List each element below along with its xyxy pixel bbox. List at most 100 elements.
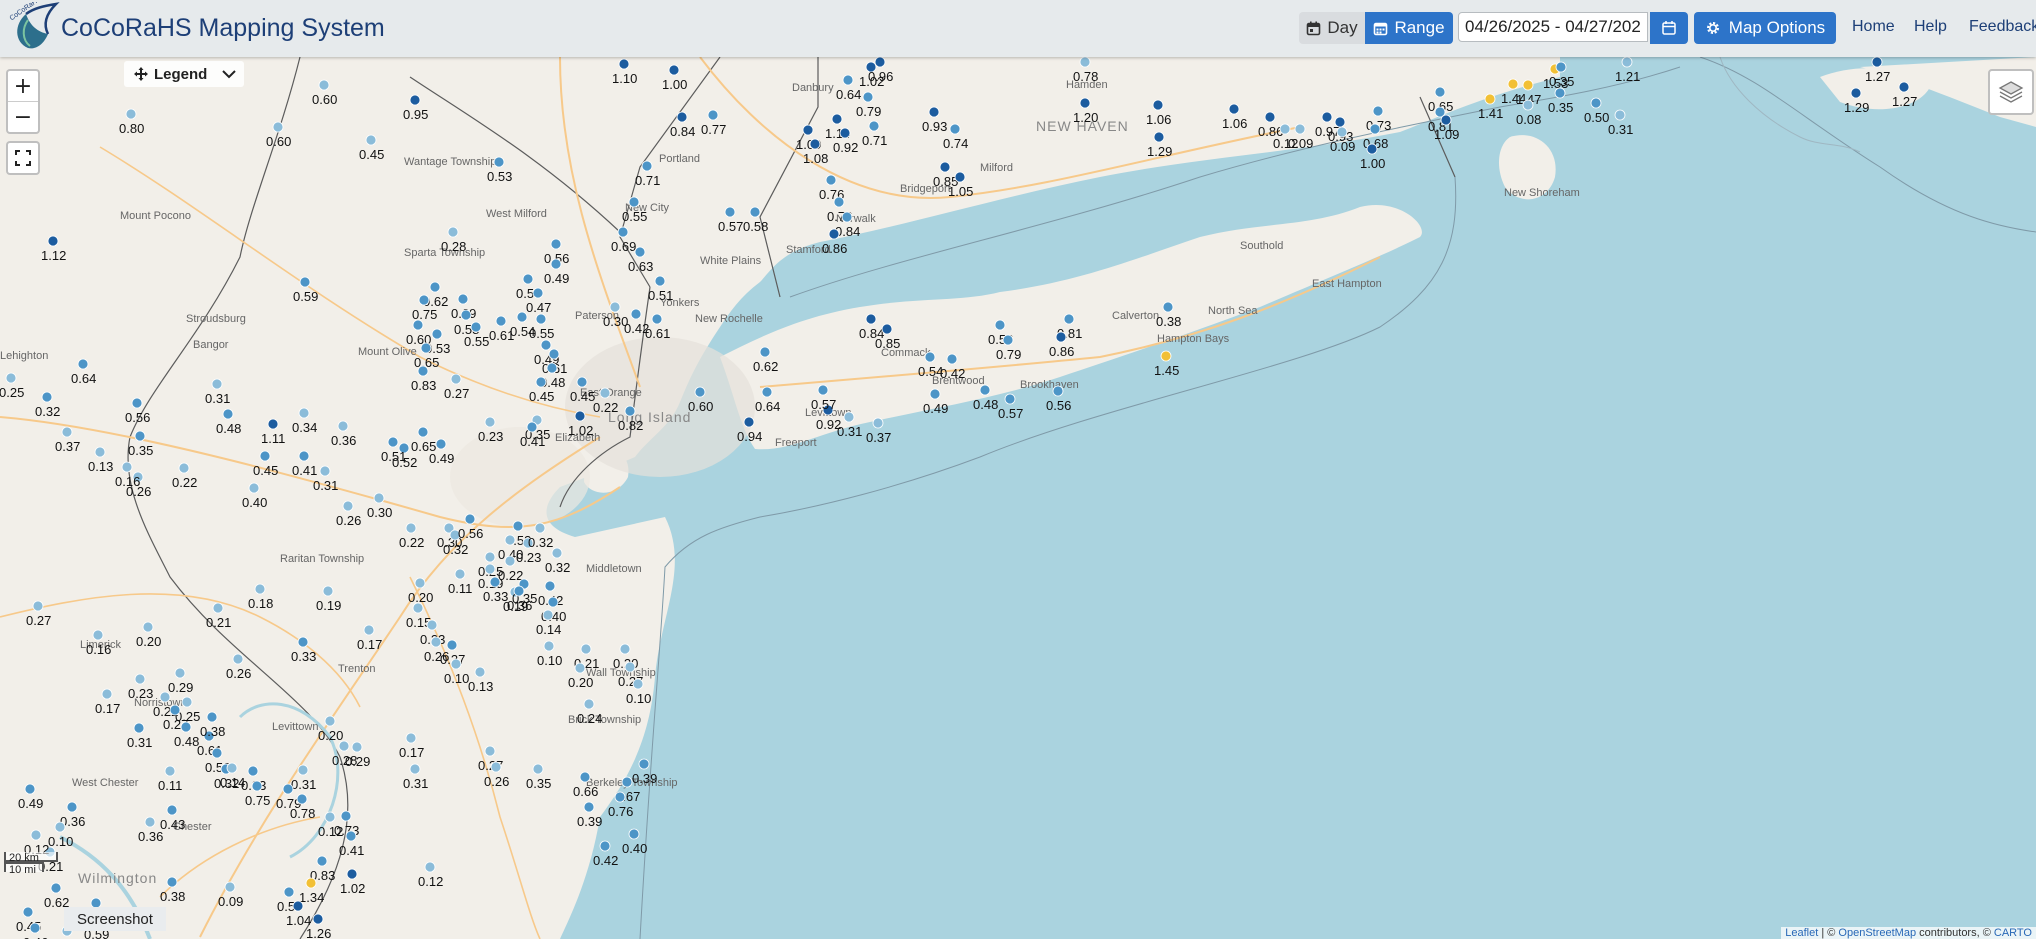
station-marker[interactable] (504, 555, 516, 567)
station-marker[interactable] (490, 761, 502, 773)
station-marker[interactable] (1336, 126, 1348, 138)
station-marker[interactable] (825, 174, 837, 186)
station-marker[interactable] (248, 482, 260, 494)
station-marker[interactable] (979, 384, 991, 396)
station-marker[interactable] (226, 762, 238, 774)
station-marker[interactable] (340, 810, 352, 822)
station-marker[interactable] (464, 513, 476, 525)
station-marker[interactable] (580, 643, 592, 655)
station-marker[interactable] (267, 418, 279, 430)
station-marker[interactable] (1052, 385, 1064, 397)
station-marker[interactable] (512, 520, 524, 532)
station-marker[interactable] (1522, 79, 1534, 91)
station-marker[interactable] (319, 465, 331, 477)
station-marker[interactable] (654, 275, 666, 287)
station-marker[interactable] (121, 461, 133, 473)
station-marker[interactable] (232, 653, 244, 665)
station-marker[interactable] (420, 342, 432, 354)
station-marker[interactable] (61, 426, 73, 438)
station-marker[interactable] (316, 855, 328, 867)
station-marker[interactable] (548, 348, 560, 360)
station-marker[interactable] (1079, 57, 1091, 68)
station-marker[interactable] (618, 58, 630, 70)
station-marker[interactable] (516, 311, 528, 323)
station-marker[interactable] (743, 416, 755, 428)
station-marker[interactable] (599, 387, 611, 399)
station-marker[interactable] (178, 462, 190, 474)
station-marker[interactable] (707, 109, 719, 121)
station-marker[interactable] (534, 522, 546, 534)
station-marker[interactable] (865, 313, 877, 325)
station-marker[interactable] (862, 91, 874, 103)
station-marker[interactable] (47, 235, 59, 247)
station-marker[interactable] (387, 436, 399, 448)
station-marker[interactable] (409, 763, 421, 775)
station-marker[interactable] (337, 420, 349, 432)
station-marker[interactable] (761, 386, 773, 398)
station-marker[interactable] (298, 407, 310, 419)
station-marker[interactable] (484, 745, 496, 757)
station-marker[interactable] (1522, 99, 1534, 111)
station-marker[interactable] (282, 783, 294, 795)
station-marker[interactable] (1279, 123, 1291, 135)
station-marker[interactable] (839, 127, 851, 139)
station-marker[interactable] (542, 609, 554, 621)
station-marker[interactable] (493, 156, 505, 168)
station-marker[interactable] (624, 405, 636, 417)
screenshot-button[interactable]: Screenshot (64, 907, 166, 931)
station-marker[interactable] (251, 780, 263, 792)
station-marker[interactable] (412, 319, 424, 331)
station-marker[interactable] (513, 585, 525, 597)
nav-feedback-link[interactable]: Feedback (1969, 18, 2036, 36)
station-marker[interactable] (817, 384, 829, 396)
station-marker[interactable] (424, 861, 436, 873)
station-marker[interactable] (417, 426, 429, 438)
station-marker[interactable] (614, 791, 626, 803)
station-marker[interactable] (638, 758, 650, 770)
station-marker[interactable] (599, 840, 611, 852)
station-marker[interactable] (994, 319, 1006, 331)
nav-help-link[interactable]: Help (1914, 18, 1947, 36)
station-marker[interactable] (1440, 114, 1452, 126)
station-marker[interactable] (540, 339, 552, 351)
station-marker[interactable] (164, 765, 176, 777)
station-marker[interactable] (651, 313, 663, 325)
station-marker[interactable] (954, 171, 966, 183)
range-mode-button[interactable]: Range (1365, 12, 1453, 44)
station-marker[interactable] (342, 500, 354, 512)
station-marker[interactable] (211, 378, 223, 390)
station-marker[interactable] (1004, 393, 1016, 405)
station-marker[interactable] (532, 763, 544, 775)
station-marker[interactable] (939, 161, 951, 173)
station-marker[interactable] (412, 602, 424, 614)
date-range-input[interactable] (1458, 12, 1648, 42)
station-marker[interactable] (1621, 57, 1633, 68)
station-marker[interactable] (435, 438, 447, 450)
fullscreen-button[interactable] (6, 141, 40, 175)
station-marker[interactable] (431, 328, 443, 340)
station-marker[interactable] (484, 563, 496, 575)
station-marker[interactable] (430, 636, 442, 648)
station-marker[interactable] (418, 294, 430, 306)
station-marker[interactable] (409, 94, 421, 106)
station-marker[interactable] (504, 534, 516, 546)
station-marker[interactable] (929, 388, 941, 400)
station-marker[interactable] (632, 678, 644, 690)
map-canvas[interactable]: NEW HAVEN Hamden Milford Bridgeport Stam… (0, 57, 2036, 939)
station-marker[interactable] (495, 315, 507, 327)
station-marker[interactable] (831, 113, 843, 125)
station-marker[interactable] (131, 397, 143, 409)
station-marker[interactable] (351, 741, 363, 753)
station-marker[interactable] (1160, 350, 1172, 362)
station-marker[interactable] (668, 64, 680, 76)
station-marker[interactable] (92, 629, 104, 641)
station-marker[interactable] (574, 662, 586, 674)
zoom-in-button[interactable]: + (8, 71, 38, 101)
station-marker[interactable] (297, 764, 309, 776)
station-marker[interactable] (1153, 131, 1165, 143)
station-marker[interactable] (50, 882, 62, 894)
station-marker[interactable] (1321, 111, 1333, 123)
station-marker[interactable] (535, 376, 547, 388)
station-marker[interactable] (457, 293, 469, 305)
station-marker[interactable] (1372, 105, 1384, 117)
